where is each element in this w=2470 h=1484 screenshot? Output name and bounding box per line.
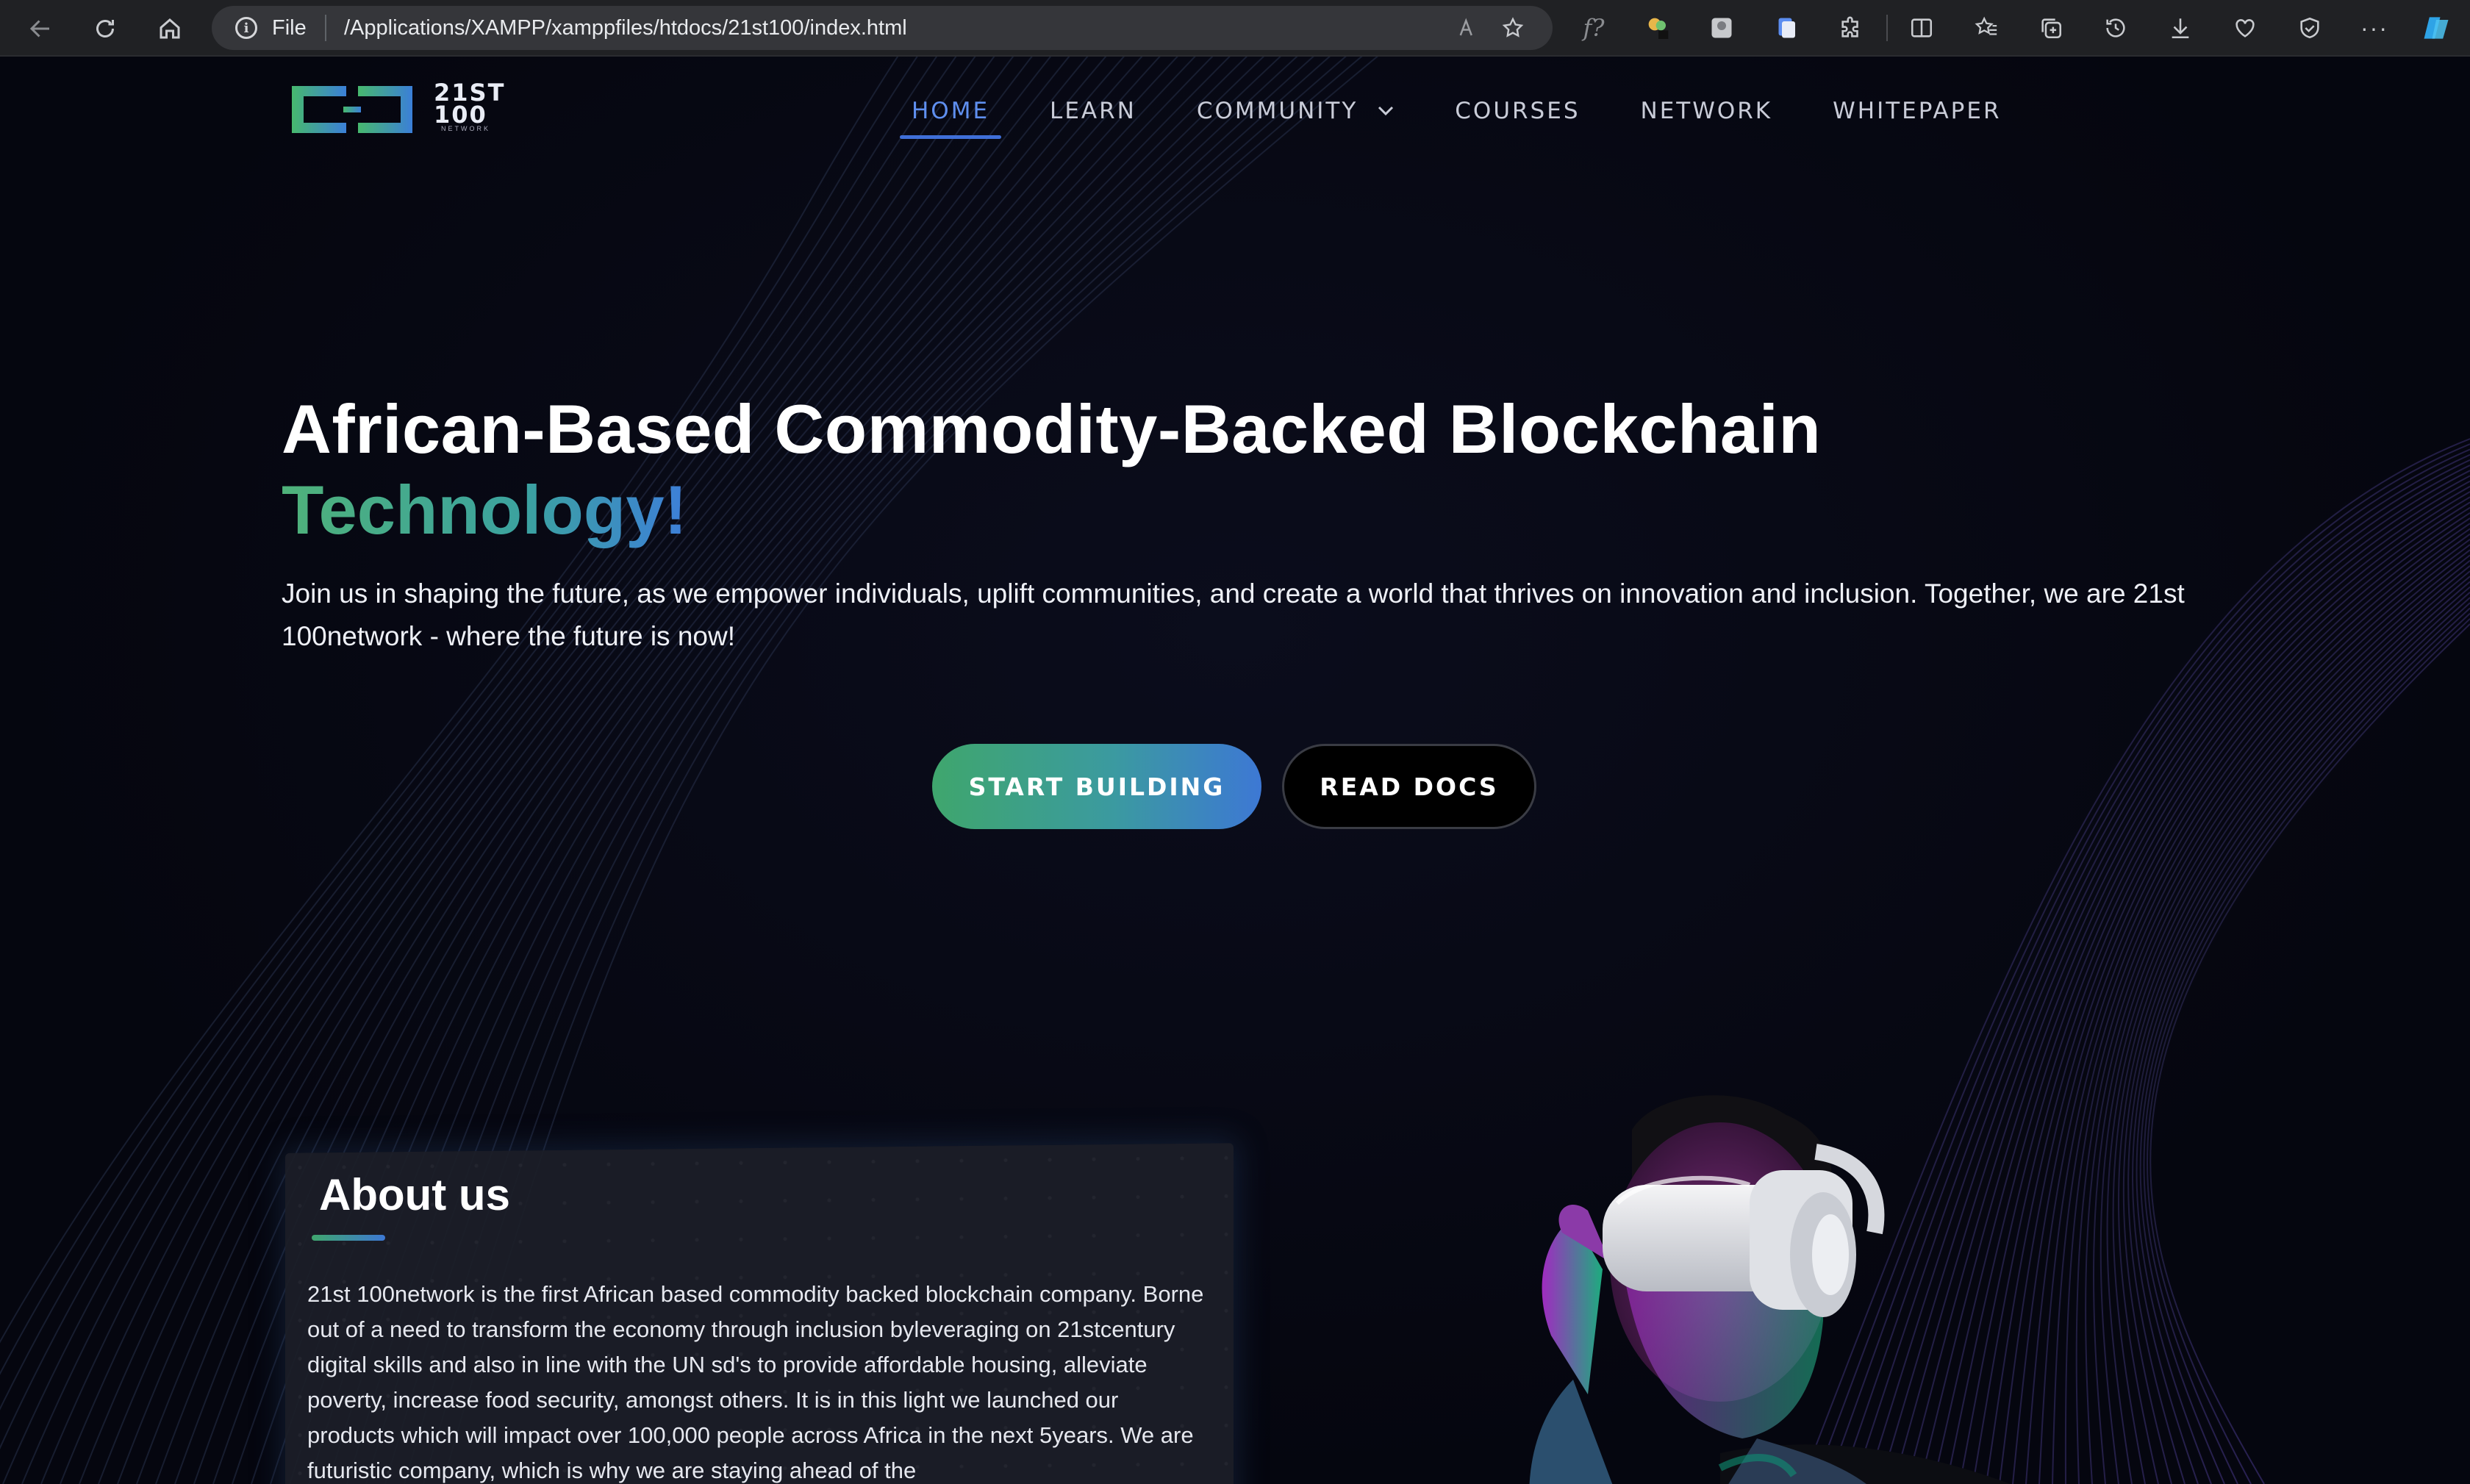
logo-subtext: NETWORK <box>441 125 490 132</box>
about-title-underline <box>312 1235 385 1241</box>
wave-line <box>2139 607 2470 1484</box>
read-aloud-icon[interactable] <box>1454 13 1483 43</box>
vr-headset-person-image <box>1529 1095 2011 1484</box>
hero-description: Join us in shaping the future, as we emp… <box>282 578 2185 651</box>
address-separator <box>325 15 326 41</box>
history-icon[interactable] <box>2100 12 2132 44</box>
back-icon[interactable] <box>22 10 59 47</box>
home-icon[interactable] <box>151 10 188 47</box>
wave-line <box>2136 602 2470 1484</box>
nav-community[interactable]: COMMUNITY <box>1181 89 1411 133</box>
favorite-star-icon[interactable] <box>1498 13 1528 43</box>
downloads-icon[interactable] <box>2164 12 2197 44</box>
hero-title-highlight: Technology! <box>282 471 687 548</box>
favorites-icon[interactable] <box>1970 12 2002 44</box>
image-extension-icon[interactable] <box>1705 12 1738 44</box>
address-bar[interactable]: i File /Applications/XAMPP/xamppfiles/ht… <box>212 6 1553 50</box>
collections-icon[interactable] <box>2035 12 2067 44</box>
browser-essentials-icon[interactable] <box>2294 12 2326 44</box>
main-navigation: HOME LEARN COMMUNITY COURSES NETWORK WHI… <box>895 89 2046 139</box>
more-options-icon[interactable]: ··· <box>2358 12 2391 44</box>
about-title: About us <box>319 1170 510 1219</box>
nav-home[interactable]: HOME <box>895 89 1006 139</box>
chevron-down-icon <box>1377 101 1395 121</box>
performance-heart-icon[interactable] <box>2229 12 2261 44</box>
logo-wordmark: 21ST 100 <box>434 81 505 129</box>
wave-line <box>2143 612 2470 1484</box>
copilot-icon[interactable] <box>2420 12 2452 44</box>
logo-text-100: 100 <box>434 101 487 129</box>
nav-courses[interactable]: COURSES <box>1439 89 1596 133</box>
wave-line <box>2132 597 2470 1484</box>
extensions-puzzle-icon[interactable] <box>1835 12 1867 44</box>
about-text: 21st 100network is the first African bas… <box>307 1281 1204 1483</box>
nav-whitepaper[interactable]: WHITEPAPER <box>1816 89 2017 133</box>
hero-title: African-Based Commodity-Backed Blockchai… <box>282 390 1822 467</box>
start-building-button[interactable]: START BUILDING <box>932 744 1261 829</box>
wave-line <box>2085 554 2470 1484</box>
split-screen-icon[interactable] <box>1905 12 1938 44</box>
nav-learn[interactable]: LEARN <box>1034 89 1153 133</box>
toolbar-separator <box>1886 15 1888 41</box>
wave-line <box>2149 623 2470 1484</box>
nav-community-label: COMMUNITY <box>1196 98 1358 124</box>
site-info-icon[interactable]: i <box>235 17 257 39</box>
wave-line <box>2093 559 2470 1484</box>
reload-icon[interactable] <box>87 10 124 47</box>
color-picker-extension-icon[interactable] <box>1642 12 1675 44</box>
docs-extension-icon[interactable] <box>1770 12 1803 44</box>
read-docs-button[interactable]: READ DOCS <box>1282 744 1536 829</box>
nav-network[interactable]: NETWORK <box>1625 89 1789 133</box>
url-text[interactable]: /Applications/XAMPP/xamppfiles/htdocs/21… <box>344 16 907 40</box>
file-scheme-label: File <box>272 16 307 40</box>
formula-icon[interactable]: f? <box>1578 12 1610 44</box>
wave-line <box>2075 549 2470 1484</box>
browser-toolbar: i File /Applications/XAMPP/xamppfiles/ht… <box>0 0 2470 57</box>
web-page: 21ST 100 NETWORK HOME LEARN COMMUNITY CO… <box>0 57 2470 1484</box>
